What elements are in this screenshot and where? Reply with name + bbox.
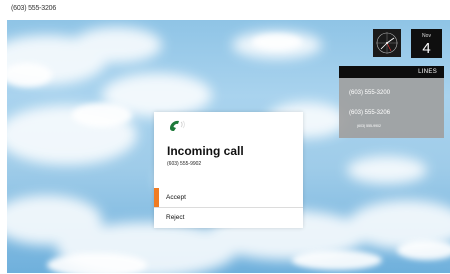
selection-indicator: [154, 188, 159, 207]
date-month: Nov: [422, 33, 431, 39]
date-day: 4: [422, 40, 431, 57]
line-item[interactable]: (603) 555-3200: [349, 90, 390, 96]
incoming-phone-icon: [170, 120, 185, 131]
status-bar: (603) 555-3206: [0, 0, 450, 20]
date-widget[interactable]: Nov 4: [411, 29, 442, 58]
reject-label: Reject: [166, 214, 185, 221]
incoming-call-dialog: Incoming call (603) 555-9902 Accept Reje…: [154, 112, 303, 228]
own-phone-number: (603) 555-3206: [11, 5, 57, 12]
dialog-title: Incoming call: [167, 144, 244, 158]
line-item[interactable]: (603) 555-9902: [357, 124, 381, 128]
caller-number: (603) 555-9902: [167, 161, 202, 167]
clock-widget[interactable]: [373, 29, 401, 57]
phone-screen: (603) 555-3206 Nov 4 LINES (603) 555-320…: [0, 0, 450, 274]
lines-panel: LINES (603) 555-3200 (603) 555-3206 (603…: [339, 66, 444, 138]
line-item[interactable]: (603) 555-3206: [349, 110, 390, 116]
lines-header: LINES: [339, 66, 444, 78]
analog-clock-icon: [376, 32, 398, 54]
reject-button[interactable]: Reject: [154, 208, 303, 227]
accept-button[interactable]: Accept: [154, 188, 303, 208]
accept-label: Accept: [166, 194, 186, 201]
